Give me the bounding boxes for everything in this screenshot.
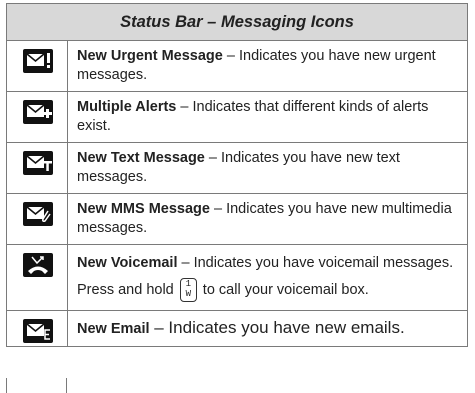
table-border-stub: [6, 378, 7, 393]
keypad-1-key-icon: 1W: [179, 278, 197, 303]
urgent-message-icon: [23, 49, 53, 73]
table-row: New Text Message – Indicates you have ne…: [6, 142, 468, 194]
table-row: New MMS Message – Indicates you have new…: [6, 193, 468, 245]
text-message-icon: [23, 151, 53, 175]
table-row: Multiple Alerts – Indicates that differe…: [6, 91, 468, 143]
item-description-cont: to call your voicemail box.: [198, 282, 369, 298]
item-name: Multiple Alerts: [77, 99, 177, 115]
item-description: – Indicates you have new emails.: [149, 318, 405, 337]
item-name: New Text Message: [77, 150, 205, 166]
mms-message-icon: [23, 202, 53, 226]
messaging-icons-table: Status Bar – Messaging Icons New Urgent …: [6, 3, 468, 347]
item-name: New Voicemail: [77, 255, 178, 271]
item-name: New Email: [77, 321, 150, 337]
multiple-alerts-icon: [23, 100, 53, 124]
table-row: New Urgent Message – Indicates you have …: [6, 40, 468, 92]
table-row: New Email – Indicates you have new email…: [6, 310, 468, 347]
item-name: New Urgent Message: [77, 48, 223, 64]
table-title: Status Bar – Messaging Icons: [6, 3, 468, 41]
voicemail-icon: [23, 253, 53, 277]
table-border-stub: [66, 378, 67, 393]
email-icon: [23, 319, 53, 343]
item-name: New MMS Message: [77, 201, 210, 217]
table-row: New Voicemail – Indicates you have voice…: [6, 244, 468, 311]
